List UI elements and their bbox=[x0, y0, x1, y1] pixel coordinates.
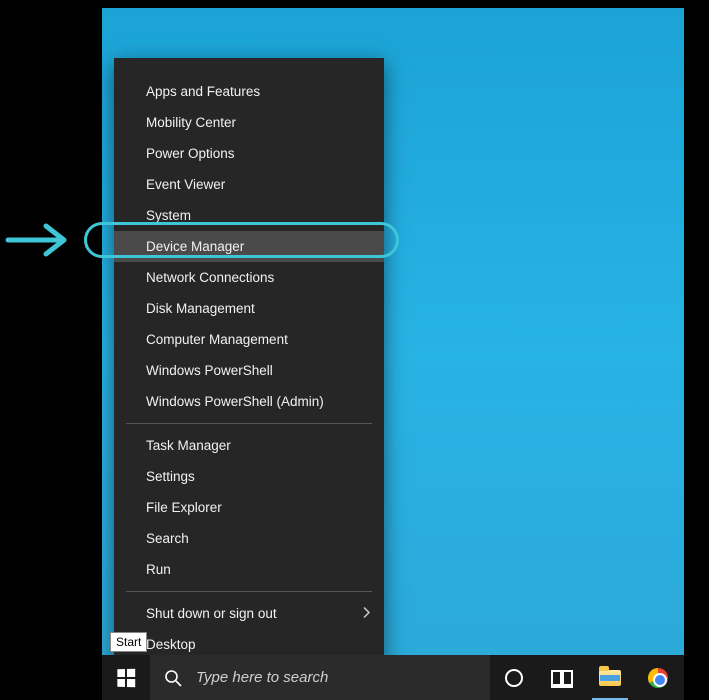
search-placeholder: Type here to search bbox=[196, 669, 328, 686]
menu-shut-down-or-sign-out[interactable]: Shut down or sign out bbox=[114, 598, 384, 629]
task-view-icon bbox=[551, 670, 573, 686]
menu-apps-and-features[interactable]: Apps and Features bbox=[114, 76, 384, 107]
menu-windows-powershell[interactable]: Windows PowerShell bbox=[114, 355, 384, 386]
start-tooltip: Start bbox=[110, 632, 147, 652]
desktop-wallpaper: Apps and Features Mobility Center Power … bbox=[102, 8, 684, 700]
winx-menu: Apps and Features Mobility Center Power … bbox=[114, 58, 384, 664]
task-view-button[interactable] bbox=[538, 655, 586, 700]
chevron-right-icon bbox=[362, 606, 370, 621]
menu-item-label: Shut down or sign out bbox=[146, 606, 277, 621]
menu-network-connections[interactable]: Network Connections bbox=[114, 262, 384, 293]
menu-power-options[interactable]: Power Options bbox=[114, 138, 384, 169]
menu-search[interactable]: Search bbox=[114, 523, 384, 554]
menu-device-manager[interactable]: Device Manager bbox=[114, 231, 384, 262]
menu-task-manager[interactable]: Task Manager bbox=[114, 430, 384, 461]
menu-computer-management[interactable]: Computer Management bbox=[114, 324, 384, 355]
chrome-taskbar-button[interactable] bbox=[634, 655, 682, 700]
menu-mobility-center[interactable]: Mobility Center bbox=[114, 107, 384, 138]
menu-system[interactable]: System bbox=[114, 200, 384, 231]
menu-windows-powershell-admin[interactable]: Windows PowerShell (Admin) bbox=[114, 386, 384, 417]
menu-settings[interactable]: Settings bbox=[114, 461, 384, 492]
start-button[interactable] bbox=[102, 655, 150, 700]
menu-separator bbox=[126, 591, 372, 592]
search-icon bbox=[164, 669, 182, 687]
cortana-button[interactable] bbox=[490, 655, 538, 700]
windows-logo-icon bbox=[117, 668, 135, 687]
taskbar-search[interactable]: Type here to search bbox=[150, 655, 490, 700]
menu-event-viewer[interactable]: Event Viewer bbox=[114, 169, 384, 200]
cortana-icon bbox=[505, 669, 523, 687]
menu-separator bbox=[126, 423, 372, 424]
file-explorer-taskbar-button[interactable] bbox=[586, 655, 634, 700]
chrome-icon bbox=[648, 668, 668, 688]
menu-disk-management[interactable]: Disk Management bbox=[114, 293, 384, 324]
folder-icon bbox=[599, 670, 621, 686]
menu-file-explorer[interactable]: File Explorer bbox=[114, 492, 384, 523]
taskbar: Type here to search bbox=[102, 655, 684, 700]
taskbar-tray bbox=[490, 655, 682, 700]
annotation-arrow-icon bbox=[4, 220, 76, 265]
menu-run[interactable]: Run bbox=[114, 554, 384, 585]
